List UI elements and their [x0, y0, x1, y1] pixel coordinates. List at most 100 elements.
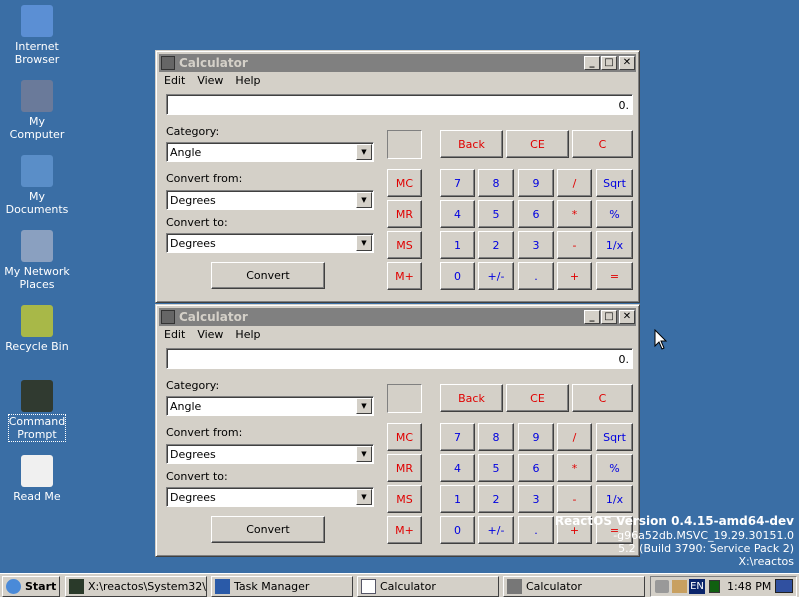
key-button[interactable]: 3: [518, 485, 554, 513]
chevron-down-icon[interactable]: ▼: [356, 446, 372, 462]
key-ce[interactable]: CE: [506, 130, 569, 158]
volume-icon[interactable]: [655, 580, 669, 593]
key-button[interactable]: /: [557, 423, 592, 451]
clock[interactable]: 1:48 PM: [727, 580, 771, 593]
key-memory[interactable]: MR: [387, 454, 422, 482]
display-field[interactable]: 0.: [166, 94, 633, 115]
desktop-icon[interactable]: Recycle Bin: [0, 305, 74, 353]
key-back[interactable]: Back: [440, 130, 503, 158]
key-button[interactable]: 0: [440, 516, 475, 544]
key-button[interactable]: +/-: [478, 262, 514, 290]
key-button[interactable]: 8: [478, 423, 514, 451]
chevron-down-icon[interactable]: ▼: [356, 144, 372, 160]
menu-view[interactable]: View: [197, 74, 223, 87]
category-select[interactable]: Angle ▼: [166, 142, 374, 162]
key-memory[interactable]: M+: [387, 516, 422, 544]
show-desktop-icon[interactable]: [775, 579, 793, 593]
title-bar[interactable]: Calculator _ □ ✕: [159, 308, 636, 326]
key-button[interactable]: %: [596, 454, 633, 482]
close-button[interactable]: ✕: [619, 310, 635, 324]
task-command-prompt[interactable]: X:\reactos\System32\c...: [65, 576, 207, 597]
key-button[interactable]: .: [518, 262, 554, 290]
key-button[interactable]: 6: [518, 200, 554, 228]
key-button[interactable]: -: [557, 485, 592, 513]
key-memory[interactable]: MR: [387, 200, 422, 228]
menu-view[interactable]: View: [197, 328, 223, 341]
desktop-icon[interactable]: My Computer: [0, 80, 74, 141]
key-ce[interactable]: CE: [506, 384, 569, 412]
key-button[interactable]: 2: [478, 485, 514, 513]
key-button[interactable]: /: [557, 169, 592, 197]
key-memory[interactable]: M+: [387, 262, 422, 290]
key-button[interactable]: 4: [440, 200, 475, 228]
convert-from-select[interactable]: Degrees ▼: [166, 444, 374, 464]
key-memory[interactable]: MC: [387, 423, 422, 451]
key-back[interactable]: Back: [440, 384, 503, 412]
language-indicator[interactable]: EN: [689, 579, 705, 594]
key-c[interactable]: C: [572, 384, 633, 412]
key-button[interactable]: 6: [518, 454, 554, 482]
key-button[interactable]: 2: [478, 231, 514, 259]
convert-button[interactable]: Convert: [211, 262, 325, 289]
chevron-down-icon[interactable]: ▼: [356, 235, 372, 251]
key-button[interactable]: 3: [518, 231, 554, 259]
key-button[interactable]: %: [596, 200, 633, 228]
desktop-icon[interactable]: Command Prompt: [0, 380, 74, 442]
key-button[interactable]: 1/x: [596, 231, 633, 259]
network-status-icon[interactable]: [672, 580, 687, 593]
key-c[interactable]: C: [572, 130, 633, 158]
menu-help[interactable]: Help: [235, 328, 260, 341]
key-button[interactable]: 8: [478, 169, 514, 197]
desktop-icon[interactable]: My Documents: [0, 155, 74, 216]
key-button[interactable]: Sqrt: [596, 423, 633, 451]
menu-edit[interactable]: Edit: [164, 328, 185, 341]
key-button[interactable]: .: [518, 516, 554, 544]
convert-from-select[interactable]: Degrees ▼: [166, 190, 374, 210]
key-button[interactable]: 1: [440, 485, 475, 513]
title-bar[interactable]: Calculator _ □ ✕: [159, 54, 636, 72]
key-button[interactable]: 0: [440, 262, 475, 290]
start-button[interactable]: Start: [2, 576, 60, 597]
key-button[interactable]: 4: [440, 454, 475, 482]
key-button[interactable]: 7: [440, 169, 475, 197]
desktop-icon[interactable]: My Network Places: [0, 230, 74, 291]
task-calculator-2[interactable]: Calculator: [503, 576, 645, 597]
key-button[interactable]: 9: [518, 423, 554, 451]
minimize-button[interactable]: _: [584, 56, 600, 70]
key-button[interactable]: -: [557, 231, 592, 259]
convert-to-select[interactable]: Degrees ▼: [166, 487, 374, 507]
menu-help[interactable]: Help: [235, 74, 260, 87]
key-button[interactable]: 5: [478, 454, 514, 482]
task-calculator-1[interactable]: Calculator: [357, 576, 499, 597]
convert-to-select[interactable]: Degrees ▼: [166, 233, 374, 253]
close-button[interactable]: ✕: [619, 56, 635, 70]
chevron-down-icon[interactable]: ▼: [356, 398, 372, 414]
chevron-down-icon[interactable]: ▼: [356, 489, 372, 505]
key-memory[interactable]: MC: [387, 169, 422, 197]
desktop-icon[interactable]: Internet Browser: [0, 5, 74, 66]
key-button[interactable]: *: [557, 200, 592, 228]
minimize-button[interactable]: _: [584, 310, 600, 324]
category-select[interactable]: Angle ▼: [166, 396, 374, 416]
key-button[interactable]: *: [557, 454, 592, 482]
key-button[interactable]: +/-: [478, 516, 514, 544]
key-button[interactable]: 1: [440, 231, 475, 259]
key-button[interactable]: 5: [478, 200, 514, 228]
key-button[interactable]: 7: [440, 423, 475, 451]
key-button[interactable]: Sqrt: [596, 169, 633, 197]
key-memory[interactable]: MS: [387, 485, 422, 513]
convert-button[interactable]: Convert: [211, 516, 325, 543]
key-memory[interactable]: MS: [387, 231, 422, 259]
maximize-button[interactable]: □: [601, 56, 617, 70]
desktop-icon[interactable]: Read Me: [0, 455, 74, 503]
cpu-monitor-icon[interactable]: [709, 580, 720, 593]
menu-edit[interactable]: Edit: [164, 74, 185, 87]
display-field[interactable]: 0.: [166, 348, 633, 369]
key-button[interactable]: =: [596, 262, 633, 290]
key-button[interactable]: 1/x: [596, 485, 633, 513]
key-button[interactable]: 9: [518, 169, 554, 197]
chevron-down-icon[interactable]: ▼: [356, 192, 372, 208]
task-task-manager[interactable]: Task Manager: [211, 576, 353, 597]
maximize-button[interactable]: □: [601, 310, 617, 324]
key-button[interactable]: +: [557, 262, 592, 290]
